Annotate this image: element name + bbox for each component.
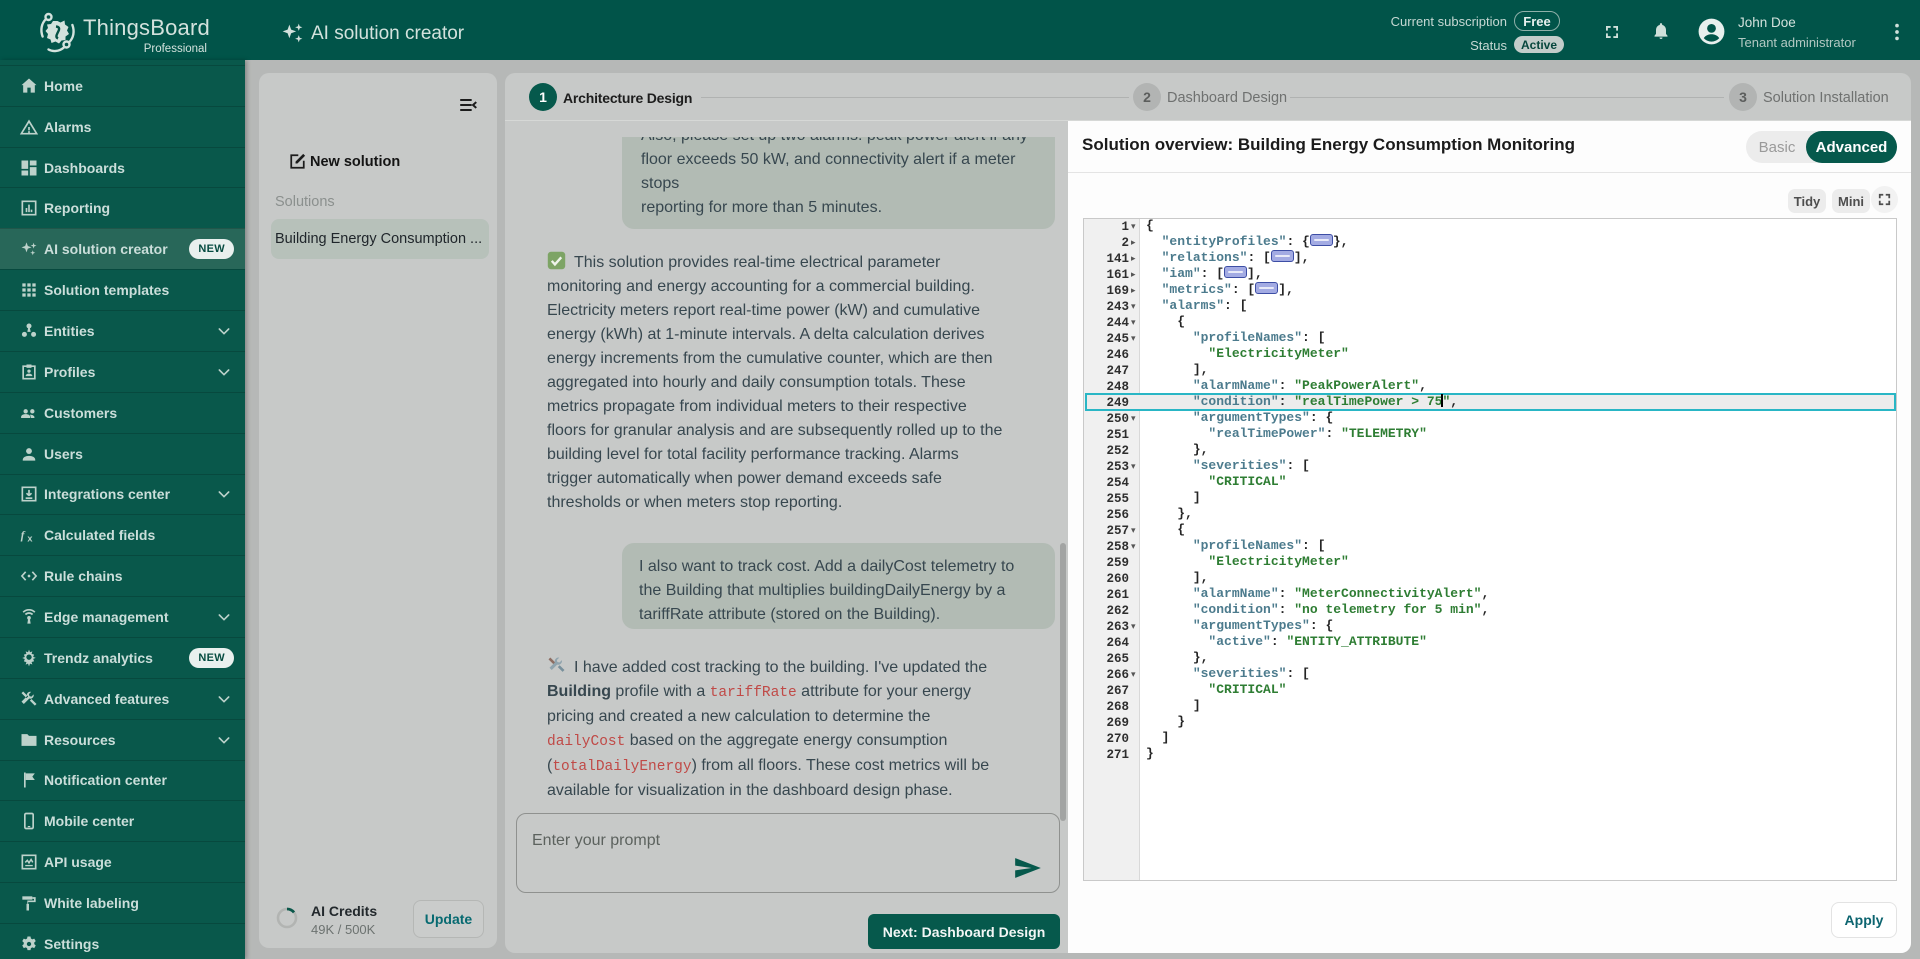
- svg-text:x: x: [27, 534, 33, 544]
- svg-text:f: f: [21, 529, 26, 542]
